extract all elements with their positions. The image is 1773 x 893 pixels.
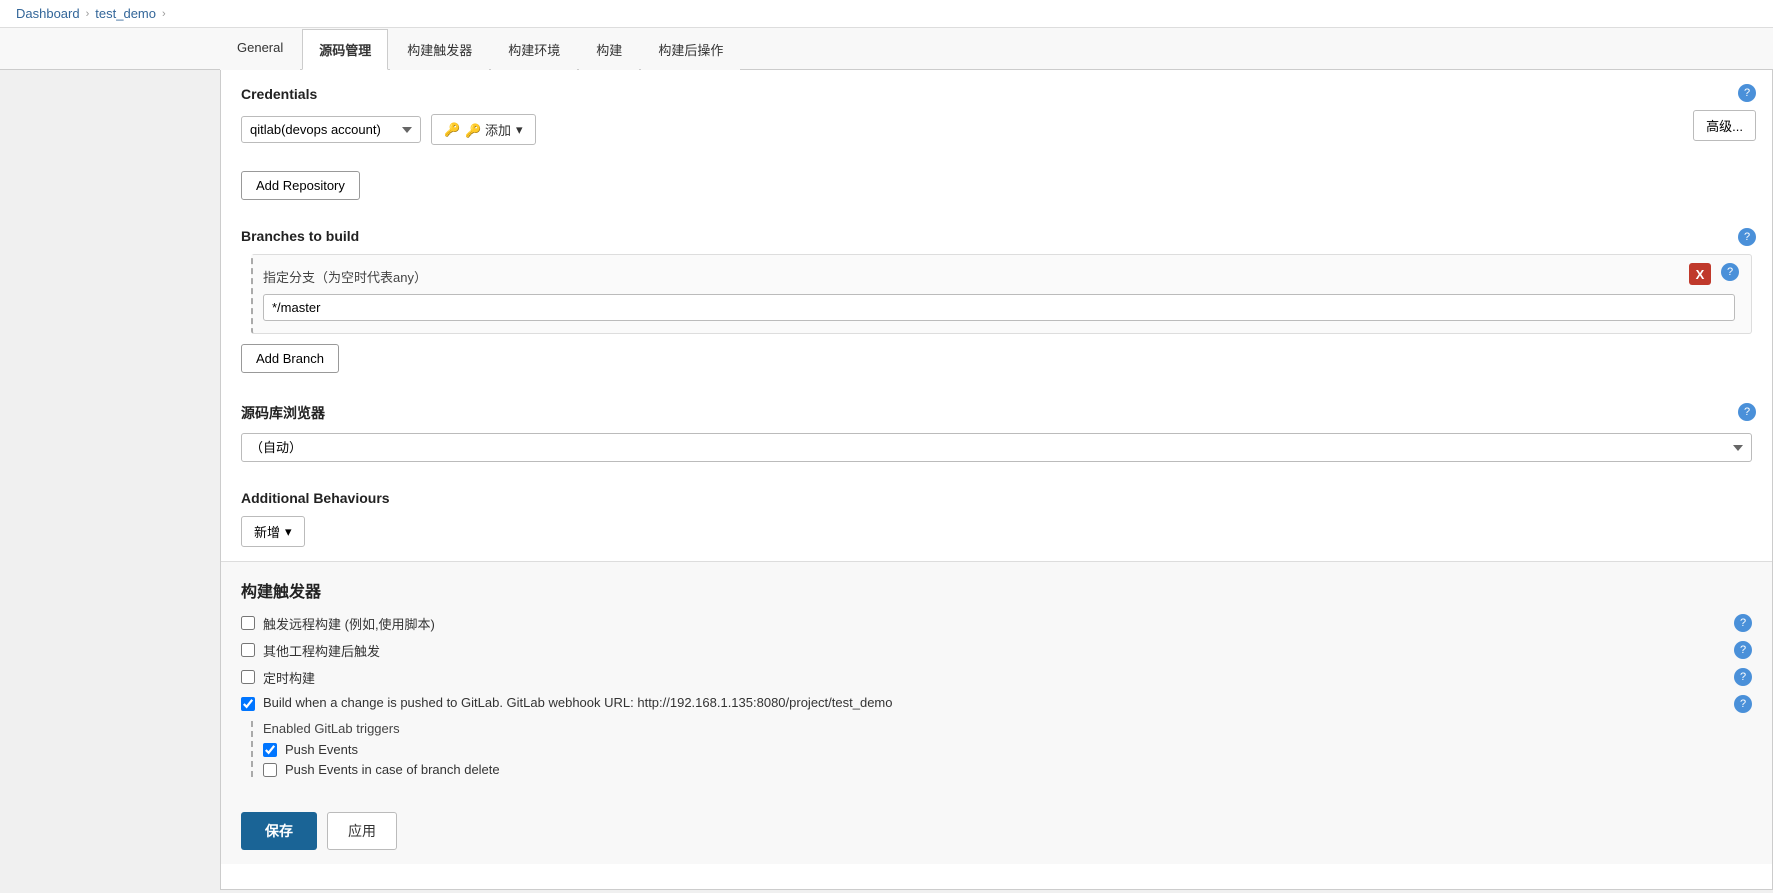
sub-trigger-checkbox-push-events[interactable] xyxy=(263,743,277,757)
trigger-checkbox-remote[interactable] xyxy=(241,616,255,630)
sub-trigger-checkbox-push-branch-delete[interactable] xyxy=(263,763,277,777)
sub-trigger-push-events: Push Events xyxy=(263,742,1752,757)
tabs-bar: General 源码管理 构建触发器 构建环境 构建 构建后操作 xyxy=(0,28,1773,70)
branch-label: 指定分支（为空时代表any） xyxy=(263,267,1735,286)
breadcrumb: Dashboard › test_demo › xyxy=(0,0,1773,28)
trigger-help-remote[interactable]: ? xyxy=(1734,614,1752,632)
branches-help-icon[interactable]: ? xyxy=(1738,228,1756,246)
credentials-help-icon[interactable]: ? xyxy=(1738,84,1756,102)
sub-trigger-label-push-events: Push Events xyxy=(285,742,1752,757)
add-dropdown-arrow: ▾ xyxy=(516,122,523,138)
trigger-label-after-other: 其他工程构建后触发 xyxy=(263,641,1726,660)
trigger-row-gitlab: Build when a change is pushed to GitLab.… xyxy=(241,695,1752,713)
apply-button[interactable]: 应用 xyxy=(327,812,397,850)
trigger-label-gitlab: Build when a change is pushed to GitLab.… xyxy=(263,695,1726,710)
tab-source[interactable]: 源码管理 xyxy=(302,29,388,70)
additional-behaviours-title: Additional Behaviours xyxy=(241,490,1752,506)
add-button-label: 🔑 添加 xyxy=(465,120,511,139)
breadcrumb-arrow2: › xyxy=(162,8,166,20)
trigger-label-scheduled: 定时构建 xyxy=(263,668,1726,687)
content-area: Credentials ? qitlab(devops account) 🔑 🔑… xyxy=(220,70,1773,890)
advanced-button[interactable]: 高级... xyxy=(1693,110,1756,141)
build-triggers-title: 构建触发器 xyxy=(241,578,1752,602)
tab-general[interactable]: General xyxy=(220,29,300,70)
trigger-help-gitlab[interactable]: ? xyxy=(1734,695,1752,713)
branch-help-icon[interactable]: ? xyxy=(1721,263,1739,281)
branches-section: Branches to build ? 指定分支（为空时代表any） X ? A… xyxy=(221,214,1772,389)
trigger-checkbox-after-other[interactable] xyxy=(241,643,255,657)
credentials-section: Credentials ? qitlab(devops account) 🔑 🔑… xyxy=(221,70,1772,157)
branch-input[interactable] xyxy=(263,294,1735,321)
breadcrumb-arrow1: › xyxy=(86,8,90,20)
tab-env[interactable]: 构建环境 xyxy=(491,29,577,70)
add-repository-section: Add Repository xyxy=(221,157,1772,214)
save-section: 保存 应用 xyxy=(221,798,1772,864)
credentials-add-button[interactable]: 🔑 🔑 添加 ▾ xyxy=(431,114,536,145)
trigger-checkbox-scheduled[interactable] xyxy=(241,670,255,684)
branch-row: 指定分支（为空时代表any） X ? xyxy=(251,254,1752,334)
additional-behaviours-section: Additional Behaviours 新增 ▾ xyxy=(221,476,1772,561)
add-branch-button[interactable]: Add Branch xyxy=(241,344,339,373)
save-button[interactable]: 保存 xyxy=(241,812,317,850)
trigger-row-remote: 触发远程构建 (例如,使用脚本) ? xyxy=(241,614,1752,633)
breadcrumb-project[interactable]: test_demo xyxy=(95,6,156,21)
credentials-row: qitlab(devops account) 🔑 🔑 添加 ▾ xyxy=(241,114,1752,145)
trigger-help-after-other[interactable]: ? xyxy=(1734,641,1752,659)
tab-build[interactable]: 构建 xyxy=(579,29,639,70)
sub-trigger-push-branch-delete: Push Events in case of branch delete xyxy=(263,762,1752,777)
tab-trigger[interactable]: 构建触发器 xyxy=(390,29,489,70)
new-behaviour-button[interactable]: 新增 ▾ xyxy=(241,516,305,547)
branch-delete-button[interactable]: X xyxy=(1689,263,1711,285)
new-button-label: 新增 xyxy=(254,522,280,541)
credentials-title: Credentials xyxy=(241,86,1752,102)
source-browser-title: 源码库浏览器 xyxy=(241,403,1752,423)
credentials-dropdown[interactable]: qitlab(devops account) xyxy=(241,116,421,143)
trigger-row-scheduled: 定时构建 ? xyxy=(241,668,1752,687)
source-browser-help-icon[interactable]: ? xyxy=(1738,403,1756,421)
sub-trigger-label-push-branch-delete: Push Events in case of branch delete xyxy=(285,762,1752,777)
new-dropdown-arrow: ▾ xyxy=(285,524,292,540)
trigger-checkbox-gitlab[interactable] xyxy=(241,697,255,711)
tab-post[interactable]: 构建后操作 xyxy=(641,29,740,70)
gitlab-triggers-title: Enabled GitLab triggers xyxy=(263,721,1752,736)
add-repository-button[interactable]: Add Repository xyxy=(241,171,360,200)
key-icon: 🔑 xyxy=(444,122,460,138)
branches-title: Branches to build xyxy=(241,228,1752,244)
build-triggers-section: 构建触发器 触发远程构建 (例如,使用脚本) ? 其他工程构建后触发 ? 定时构… xyxy=(221,561,1772,798)
breadcrumb-dashboard[interactable]: Dashboard xyxy=(16,6,80,21)
gitlab-triggers: Enabled GitLab triggers Push Events Push… xyxy=(251,721,1752,777)
trigger-help-scheduled[interactable]: ? xyxy=(1734,668,1752,686)
source-browser-section: 源码库浏览器 ? （自动） xyxy=(221,389,1772,476)
source-browser-dropdown[interactable]: （自动） xyxy=(241,433,1752,462)
trigger-label-remote: 触发远程构建 (例如,使用脚本) xyxy=(263,614,1726,633)
trigger-row-after-other: 其他工程构建后触发 ? xyxy=(241,641,1752,660)
